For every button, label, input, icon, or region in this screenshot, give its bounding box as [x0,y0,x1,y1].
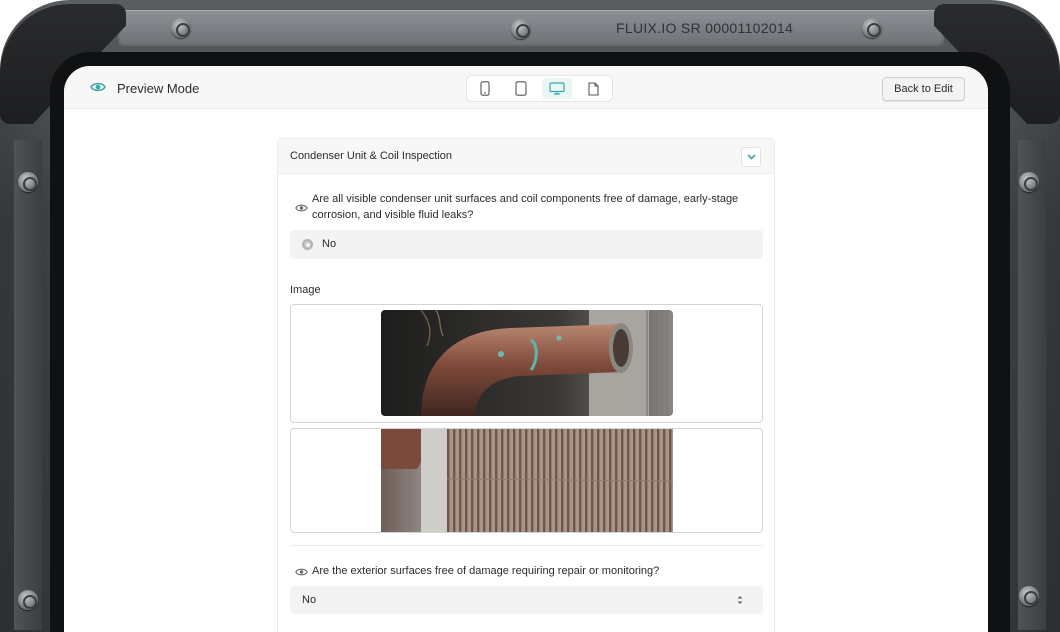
image-attachment[interactable] [290,304,763,423]
question-text: Are all visible condenser unit surfaces … [312,193,739,221]
answer-label: No [322,238,337,250]
select-value: No [302,594,317,606]
desktop-view-button[interactable] [542,78,572,99]
radio-button[interactable] [302,239,313,250]
screw-icon [862,18,882,38]
side-rail-right [1018,140,1046,630]
document-icon [587,81,599,96]
condenser-coil-photo [381,429,673,532]
device-serial-label: FLUIX.IO SR 00001102014 [616,20,794,36]
screw-icon [18,172,38,192]
select-caret-icon [737,596,743,604]
collapse-section-button[interactable] [741,147,761,167]
side-rail-left [14,140,42,630]
visibility-eye-icon [295,204,308,212]
section-title: Condenser Unit & Coil Inspection [290,150,453,162]
phone-icon [480,81,490,96]
monitor-icon [549,82,565,95]
eye-icon [90,82,106,92]
pipe-corrosion-image [381,310,673,416]
tablet-icon [515,81,527,96]
image-field-label: Image [290,284,321,296]
answer-option[interactable]: No [290,230,763,259]
screw-icon [171,18,191,38]
device-switcher [466,75,613,102]
preview-toolbar: Preview Mode Back to Edit [64,66,988,109]
coil-fins-image [381,429,673,532]
app-screen: Preview Mode Back to Edit Condenser Unit… [64,66,988,632]
phone-view-button[interactable] [470,78,500,99]
screw-icon [511,19,531,39]
visibility-eye-icon [295,568,308,576]
chevron-down-icon [746,154,756,160]
tablet-view-button[interactable] [506,78,536,99]
screw-icon [1019,586,1039,606]
screw-icon [18,590,38,610]
condenser-pipe-photo [381,310,673,416]
preview-mode-label: Preview Mode [117,81,200,96]
form-section: Condenser Unit & Coil Inspection Are all… [277,138,775,632]
screw-icon [1019,172,1039,192]
document-view-button[interactable] [578,78,608,99]
top-plate [118,10,944,48]
back-to-edit-button[interactable]: Back to Edit [882,77,965,101]
question-text: Are the exterior surfaces free of damage… [312,565,660,577]
divider [290,545,763,546]
section-header[interactable]: Condenser Unit & Coil Inspection [278,139,774,174]
answer-select[interactable]: No [290,586,763,614]
image-attachment[interactable] [290,428,763,533]
